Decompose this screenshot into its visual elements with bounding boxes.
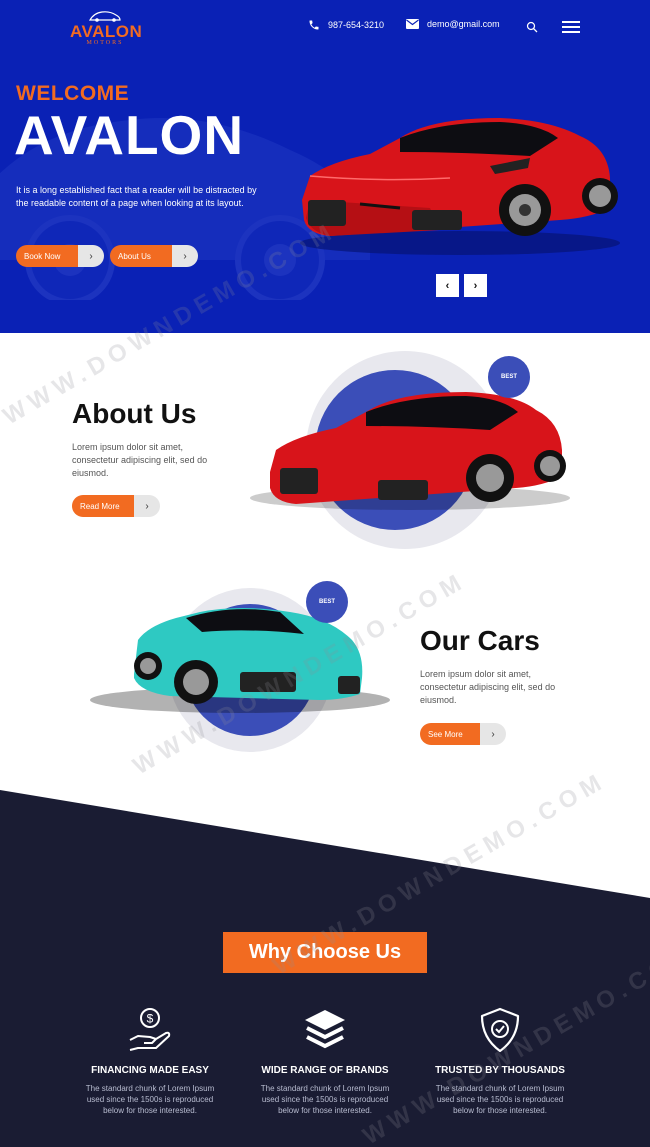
read-more-button[interactable]: Read More › bbox=[72, 495, 160, 517]
logo-tagline: MOTORS bbox=[86, 40, 124, 46]
logo-wordmark: AVALON bbox=[70, 22, 143, 41]
about-car-visual: BEST bbox=[240, 350, 580, 560]
about-us-label: About Us bbox=[110, 245, 172, 267]
mail-icon bbox=[406, 19, 419, 29]
chevron-right-icon: › bbox=[172, 245, 198, 267]
about-us-button[interactable]: About Us › bbox=[110, 245, 198, 267]
feature-title: TRUSTED BY THOUSANDS bbox=[435, 1065, 565, 1076]
best-badge-label: BEST bbox=[318, 599, 335, 605]
best-badge-label: BEST bbox=[500, 374, 517, 380]
feature-text: The standard chunk of Lorem Ipsum used s… bbox=[435, 1084, 565, 1115]
shield-check-icon bbox=[480, 1007, 520, 1053]
chevron-right-icon: › bbox=[78, 245, 104, 267]
book-now-label: Book Now bbox=[16, 245, 78, 267]
slider-next-button[interactable]: › bbox=[464, 274, 487, 297]
feature-text: The standard chunk of Lorem Ipsum used s… bbox=[85, 1084, 215, 1115]
hamburger-menu-icon[interactable] bbox=[562, 21, 580, 33]
nav-email-text: demo@gmail.com bbox=[427, 19, 500, 29]
nav-email[interactable]: demo@gmail.com bbox=[406, 19, 500, 29]
best-badge: BEST bbox=[488, 356, 530, 398]
cars-visual: BEST bbox=[90, 578, 390, 758]
why-title: Why Choose Us bbox=[223, 932, 427, 973]
hero-red-car-image bbox=[300, 118, 620, 255]
hero-welcome: WELCOME bbox=[16, 82, 130, 105]
brand-logo[interactable]: AVALON MOTORS bbox=[70, 10, 143, 46]
feature-text: The standard chunk of Lorem Ipsum used s… bbox=[260, 1084, 390, 1115]
cars-title: Our Cars bbox=[420, 625, 540, 656]
best-badge: BEST bbox=[306, 581, 348, 623]
about-text: Lorem ipsum dolor sit amet, consectetur … bbox=[72, 442, 208, 478]
feature-financing: $ FINANCING MADE EASY The standard chunk… bbox=[75, 1005, 225, 1116]
see-more-label: See More bbox=[420, 723, 480, 745]
chevron-right-icon: › bbox=[480, 723, 506, 745]
feature-brands: WIDE RANGE OF BRANDS The standard chunk … bbox=[250, 1005, 400, 1116]
nav-phone-text: 987-654-3210 bbox=[328, 20, 385, 30]
read-more-label: Read More bbox=[72, 495, 134, 517]
financing-icon: $ bbox=[129, 1008, 171, 1051]
book-now-button[interactable]: Book Now › bbox=[16, 245, 104, 267]
hero-section: AVALON MOTORS 987-654-3210 demo@gmail.co… bbox=[0, 0, 650, 333]
svg-text:$: $ bbox=[147, 1012, 154, 1026]
logo-car-icon bbox=[88, 11, 121, 22]
nav-phone[interactable]: 987-654-3210 bbox=[308, 19, 384, 31]
hero-description: It is a long established fact that a rea… bbox=[16, 185, 257, 208]
about-title: About Us bbox=[72, 398, 197, 429]
slider-prev-button[interactable]: ‹ bbox=[436, 274, 459, 297]
feature-title: FINANCING MADE EASY bbox=[91, 1065, 209, 1076]
layers-icon bbox=[305, 1010, 345, 1049]
cars-text: Lorem ipsum dolor sit amet, consectetur … bbox=[420, 669, 556, 705]
chevron-right-icon: › bbox=[134, 495, 160, 517]
feature-title: WIDE RANGE OF BRANDS bbox=[261, 1065, 389, 1076]
search-icon[interactable] bbox=[526, 21, 538, 33]
phone-icon bbox=[309, 20, 319, 30]
feature-trusted: TRUSTED BY THOUSANDS The standard chunk … bbox=[425, 1005, 575, 1116]
hero-title: AVALON bbox=[14, 104, 245, 166]
see-more-button[interactable]: See More › bbox=[420, 723, 506, 745]
